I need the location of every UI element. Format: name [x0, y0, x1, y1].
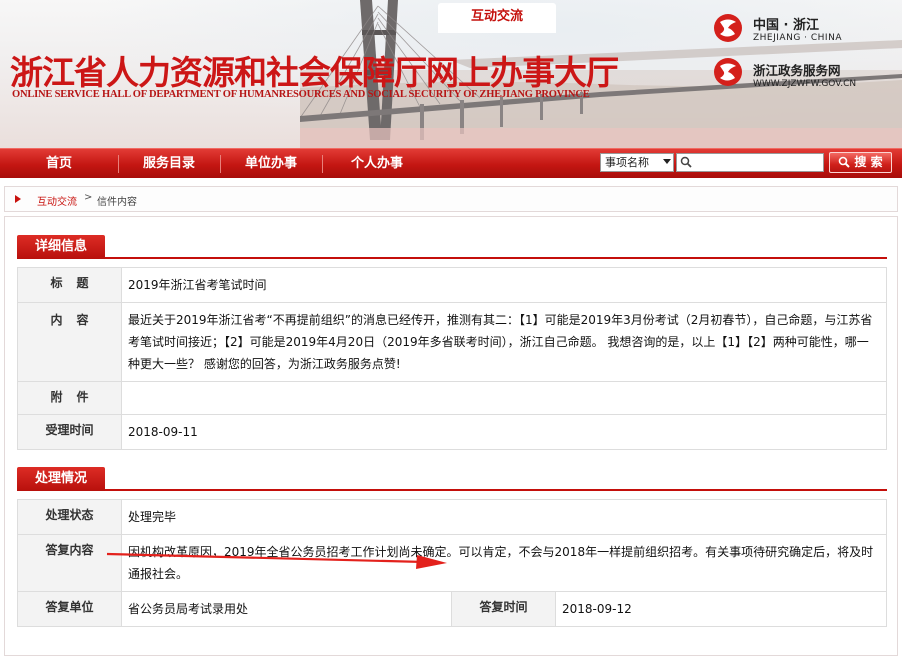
- logo2-subtitle: WWW.ZJZWFW.GOV.CN: [753, 79, 857, 89]
- content-label: 内容: [17, 302, 122, 382]
- nav-item-personal-affairs[interactable]: 个人办事: [322, 149, 432, 179]
- chevron-down-icon: [663, 159, 671, 164]
- search-type-value: 事项名称: [605, 156, 649, 169]
- table-row: 附件: [17, 381, 887, 415]
- search-button-label: 搜 索: [854, 155, 883, 169]
- attachment-label: 附件: [17, 381, 122, 415]
- annotation-arrow-icon: [106, 552, 447, 569]
- table-row: 标题 2019年浙江省考笔试时间: [17, 267, 887, 303]
- search-type-select[interactable]: 事项名称: [600, 153, 674, 172]
- title-label: 标题: [17, 267, 122, 303]
- search-button[interactable]: 搜 索: [829, 152, 892, 173]
- processing-section-header: 处理情况: [17, 461, 887, 491]
- logo1-title: 中国 · 浙江: [753, 18, 819, 33]
- accept-time-value: 2018-09-11: [121, 414, 887, 450]
- details-section-header: 详细信息: [17, 229, 887, 259]
- breadcrumb-separator: >: [84, 192, 93, 203]
- nav-item-interaction-active[interactable]: 互动交流: [438, 3, 556, 33]
- accept-time-label: 受理时间: [17, 414, 122, 450]
- details-table: 标题 2019年浙江省考笔试时间 内容 最近关于2019年浙江省考“不再提前组织…: [17, 267, 887, 450]
- triangle-right-icon: [15, 195, 21, 203]
- reply-time-value: 2018-09-12: [555, 591, 887, 627]
- processing-section-title: 处理情况: [17, 467, 105, 491]
- breadcrumb: 互动交流 > 信件内容: [4, 186, 898, 212]
- table-row: 受理时间 2018-09-11: [17, 414, 887, 450]
- main-panel: 详细信息 标题 2019年浙江省考笔试时间 内容 最近关于2019年浙江省考“不…: [4, 216, 898, 656]
- reply-time-label: 答复时间: [451, 591, 556, 627]
- nav-item-service-catalog[interactable]: 服务目录: [118, 149, 220, 179]
- breadcrumb-current: 信件内容: [97, 197, 137, 208]
- title-value: 2019年浙江省考笔试时间: [121, 267, 887, 303]
- reply-unit-value: 省公务员局考试录用处: [121, 591, 452, 627]
- reply-unit-label: 答复单位: [17, 591, 122, 627]
- zjzwfw-logo-icon[interactable]: [713, 57, 743, 87]
- nav-item-home[interactable]: 首页: [0, 149, 118, 179]
- site-title: 浙江省人力资源和社会保障厅网上办事大厅: [10, 53, 619, 92]
- search-icon: [838, 156, 850, 168]
- zhejiang-china-logo-icon[interactable]: [713, 13, 743, 43]
- table-row: 内容 最近关于2019年浙江省考“不再提前组织”的消息已经传开，推测有其二：【1…: [17, 302, 887, 382]
- attachment-value: [121, 381, 887, 415]
- content-value: 最近关于2019年浙江省考“不再提前组织”的消息已经传开，推测有其二：【1】可能…: [121, 302, 887, 382]
- status-label: 处理状态: [17, 499, 122, 535]
- table-row: 处理状态 处理完毕: [17, 499, 887, 535]
- search-input[interactable]: [676, 153, 824, 172]
- status-value: 处理完毕: [121, 499, 887, 535]
- search-icon: [680, 156, 692, 168]
- site-subtitle: ONLINE SERVICE HALL OF DEPARTMENT OF HUM…: [12, 89, 590, 100]
- breadcrumb-link-interaction[interactable]: 互动交流: [37, 193, 77, 208]
- table-row: 答复单位 省公务员局考试录用处 答复时间 2018-09-12: [17, 591, 887, 627]
- logo2-title: 浙江政务服务网: [753, 63, 841, 78]
- nav-item-unit-affairs[interactable]: 单位办事: [220, 149, 322, 179]
- details-section-title: 详细信息: [17, 235, 105, 259]
- logo1-subtitle: ZHEJIANG · CHINA: [753, 33, 842, 43]
